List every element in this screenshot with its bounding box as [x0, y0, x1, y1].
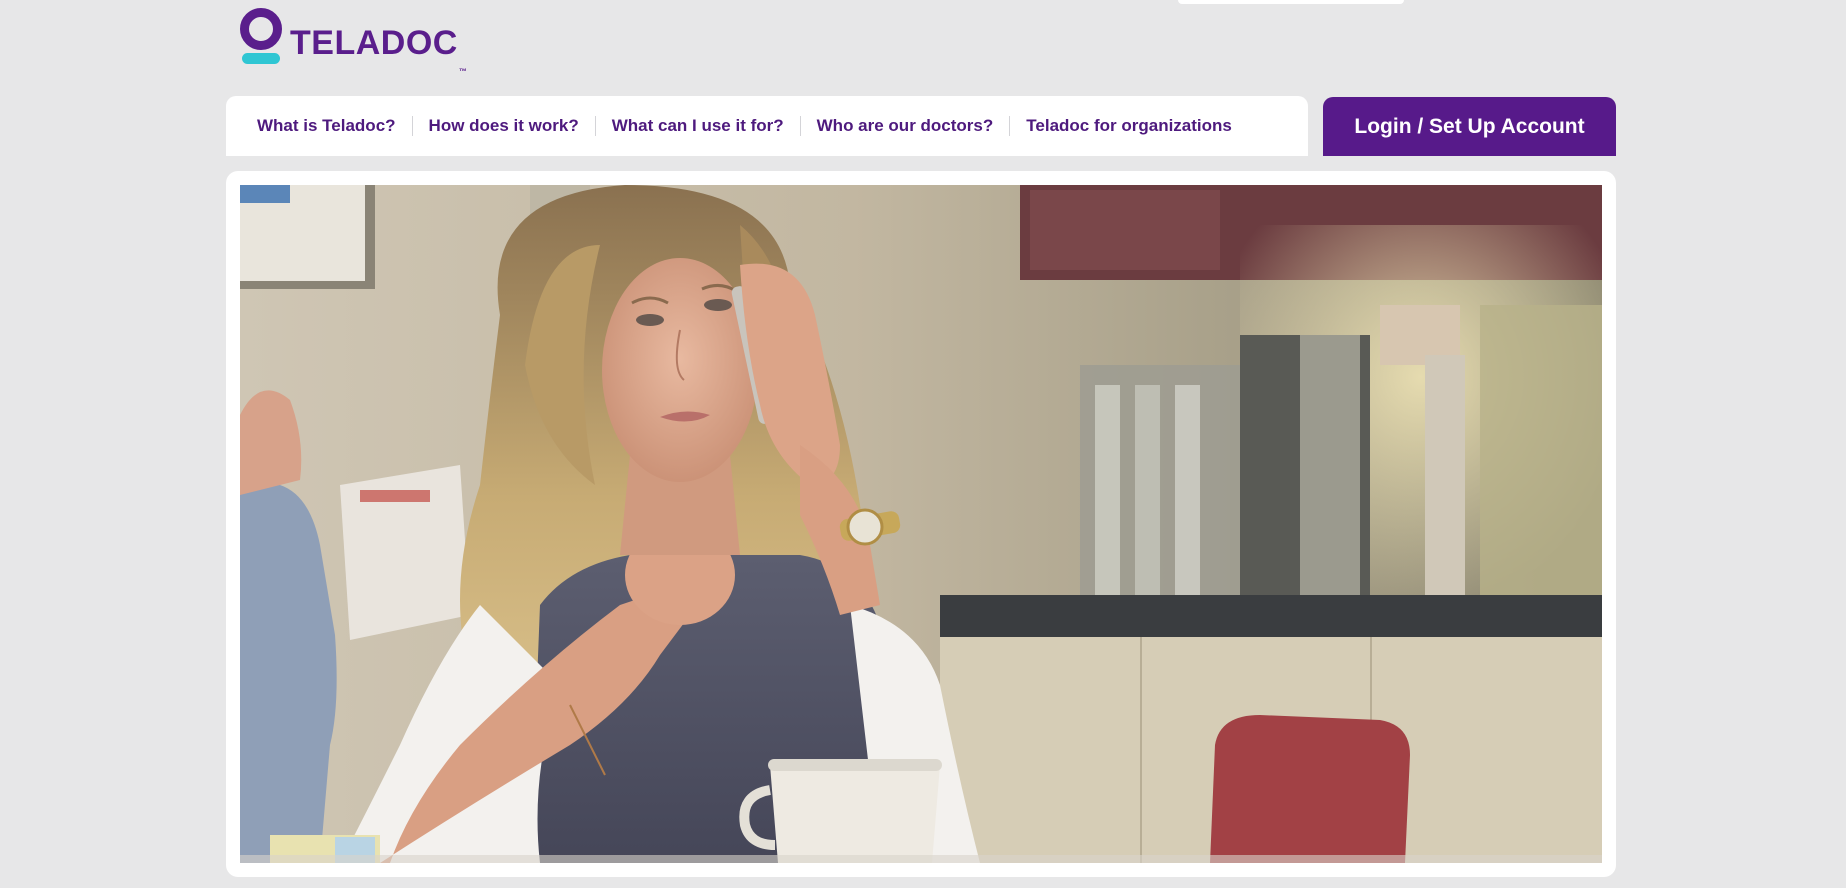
trademark-symbol: ™ — [458, 67, 468, 76]
teladoc-page: TELADOC™ What is Teladoc? How does it wo… — [0, 0, 1846, 888]
nav-item-label: Teladoc for organizations — [1026, 116, 1232, 135]
brand-name: TELADOC — [290, 24, 458, 62]
nav-item-who-are-our-doctors[interactable]: Who are our doctors? — [801, 96, 1010, 156]
photo-of-woman-on-phone-icon — [240, 185, 1602, 863]
login-setup-account-button[interactable]: Login / Set Up Account — [1323, 97, 1616, 156]
main-nav: What is Teladoc? How does it work? What … — [226, 96, 1308, 156]
logo-wordmark: TELADOC™ — [290, 26, 467, 76]
nav-item-label: What can I use it for? — [611, 116, 784, 135]
nav-item-how-does-it-work[interactable]: How does it work? — [413, 96, 595, 156]
hero-image — [240, 185, 1602, 863]
nav-item-teladoc-for-organizations[interactable]: Teladoc for organizations — [1010, 96, 1248, 156]
nav-item-label: What is Teladoc? — [257, 116, 396, 135]
top-search-bar-edge[interactable] — [1178, 0, 1404, 4]
nav-item-label: Who are our doctors? — [816, 116, 994, 135]
nav-item-what-can-i-use-it-for[interactable]: What can I use it for? — [596, 96, 800, 156]
nav-item-label: How does it work? — [428, 116, 579, 135]
teladoc-logo-mark-icon — [238, 7, 284, 67]
nav-item-what-is-teladoc[interactable]: What is Teladoc? — [226, 96, 412, 156]
teladoc-logo[interactable]: TELADOC™ — [238, 7, 467, 76]
hero-card — [226, 171, 1616, 877]
